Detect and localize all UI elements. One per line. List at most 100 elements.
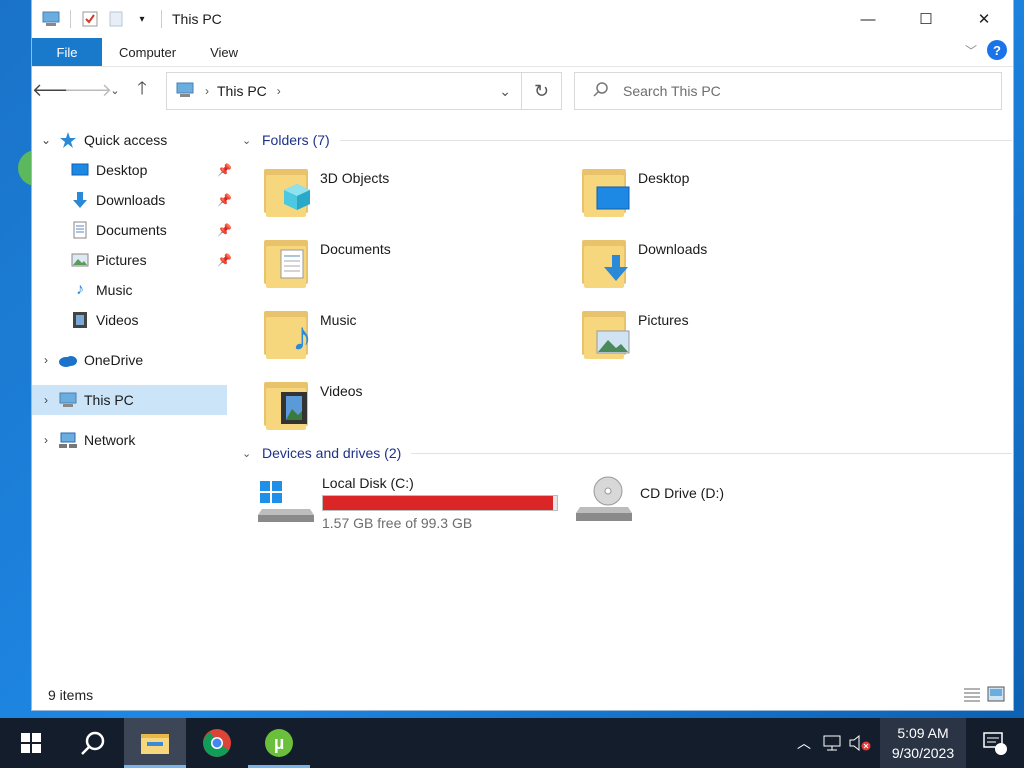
title-bar: ▾ This PC — ☐ ✕ (32, 0, 1013, 38)
clock[interactable]: 5:09 AM 9/30/2023 (880, 718, 966, 768)
show-hidden-icons-icon[interactable]: ︿ (790, 733, 818, 753)
star-icon (58, 130, 78, 150)
up-button[interactable]: 🡑 (126, 75, 158, 107)
pin-icon[interactable]: 📌 (217, 253, 232, 267)
expand-chevron-icon[interactable]: › (34, 393, 58, 407)
svg-text:µ: µ (274, 733, 284, 753)
breadcrumb-chevron-icon[interactable]: › (277, 84, 281, 98)
large-icons-view-icon[interactable] (987, 686, 1005, 705)
sidebar-item-label: Documents (96, 222, 167, 238)
forward-button[interactable]: 🡒 (64, 75, 112, 107)
drive-tile-cd-drive[interactable]: CD Drive (D:) (576, 475, 724, 523)
collapse-chevron-icon[interactable]: ⌄ (242, 447, 258, 460)
breadcrumb-this-pc[interactable]: This PC (217, 83, 267, 99)
start-button[interactable] (0, 718, 62, 768)
document-icon (70, 220, 90, 240)
maximize-button[interactable]: ☐ (897, 0, 955, 38)
drive-label: Local Disk (C:) (322, 475, 414, 491)
folder-tile-documents[interactable]: Documents (262, 234, 562, 296)
network-status-icon[interactable] (818, 735, 846, 751)
sidebar-item-label: Downloads (96, 192, 166, 208)
cube-icon (282, 182, 312, 215)
devices-group-header[interactable]: ⌄ Devices and drives (2) (242, 438, 1012, 468)
utorrent-taskbar-button[interactable]: µ (248, 718, 310, 768)
folder-tile-videos[interactable]: Videos (262, 376, 562, 438)
chrome-taskbar-button[interactable] (186, 718, 248, 768)
film-icon (280, 391, 308, 428)
close-button[interactable]: ✕ (955, 0, 1013, 38)
search-placeholder: Search This PC (623, 83, 721, 99)
folder-icon (141, 734, 169, 754)
collapse-chevron-icon[interactable]: ⌄ (242, 134, 258, 147)
tab-view[interactable]: View (193, 38, 255, 66)
expand-chevron-icon[interactable]: ⌄ (34, 133, 58, 147)
download-arrow-icon (70, 190, 90, 210)
search-input[interactable]: Search This PC (574, 72, 1002, 110)
tab-file[interactable]: File (32, 38, 102, 66)
sidebar-item-pictures[interactable]: Pictures 📌 (32, 245, 232, 275)
sidebar-item-music[interactable]: ♪ Music (32, 275, 232, 305)
expand-ribbon-icon[interactable]: ﹀ (965, 42, 977, 59)
action-center-button[interactable]: 1 (966, 730, 1024, 765)
sidebar-item-label: OneDrive (84, 352, 144, 368)
film-icon (70, 310, 90, 330)
desktop-icon (596, 186, 630, 215)
properties-icon[interactable] (79, 8, 101, 30)
address-bar[interactable]: › This PC › ⌄ (166, 72, 522, 110)
music-note-icon: ♪ (76, 281, 84, 298)
folder-icon (262, 234, 310, 288)
recent-locations-button[interactable]: ⌄ (104, 75, 126, 107)
expand-chevron-icon[interactable]: › (34, 353, 58, 367)
tab-computer[interactable]: Computer (102, 38, 193, 66)
search-taskbar-button[interactable] (62, 718, 124, 768)
windows-logo-icon (21, 733, 41, 753)
refresh-button[interactable]: ↻ (522, 72, 562, 110)
sidebar-item-quick-access[interactable]: ⌄ Quick access (32, 125, 232, 155)
clock-time: 5:09 AM (897, 725, 949, 741)
folder-tile-3d-objects[interactable]: 3D Objects (262, 163, 562, 225)
address-dropdown-icon[interactable]: ⌄ (499, 83, 511, 100)
help-icon[interactable]: ? (987, 40, 1007, 60)
pin-icon[interactable]: 📌 (217, 163, 232, 177)
chrome-icon (203, 729, 231, 757)
sidebar-item-videos[interactable]: Videos (32, 305, 232, 335)
folder-tile-pictures[interactable]: Pictures (580, 305, 880, 367)
sidebar-item-network[interactable]: › Network (32, 425, 232, 455)
new-folder-icon[interactable] (105, 8, 127, 30)
folder-tile-music[interactable]: ♪ Music (262, 305, 562, 367)
status-bar: 9 items (32, 680, 1013, 710)
expand-chevron-icon[interactable]: › (34, 433, 58, 447)
sidebar-item-downloads[interactable]: Downloads 📌 (32, 185, 232, 215)
notification-count: 1 (996, 754, 1002, 765)
file-explorer-window: ▾ This PC — ☐ ✕ File Computer View ﹀ ? 🡐… (31, 0, 1014, 711)
sidebar-item-onedrive[interactable]: › OneDrive (32, 345, 232, 375)
this-pc-icon[interactable] (40, 8, 62, 30)
pin-icon[interactable]: 📌 (217, 223, 232, 237)
details-view-icon[interactable] (963, 686, 981, 705)
folder-label: 3D Objects (320, 170, 390, 186)
hard-drive-icon (258, 475, 316, 523)
network-icon (58, 430, 78, 450)
sidebar-item-desktop[interactable]: Desktop 📌 (32, 155, 232, 185)
breadcrumb-chevron-icon[interactable]: › (205, 84, 209, 98)
desktop-icon (70, 160, 90, 180)
folder-tile-desktop[interactable]: Desktop (580, 163, 880, 225)
document-icon (280, 249, 304, 282)
this-pc-icon (175, 82, 195, 101)
minimize-button[interactable]: — (839, 0, 897, 38)
file-explorer-taskbar-button[interactable] (124, 718, 186, 768)
window-title: This PC (172, 11, 222, 27)
sidebar-item-this-pc[interactable]: › This PC (32, 385, 227, 415)
download-arrow-icon (602, 253, 630, 286)
ribbon-tabs: File Computer View ﹀ ? (32, 38, 1013, 66)
picture-icon (596, 330, 630, 357)
folder-tile-downloads[interactable]: Downloads (580, 234, 880, 296)
pin-icon[interactable]: 📌 (217, 193, 232, 207)
sidebar-item-label: Desktop (96, 162, 148, 178)
folder-label: Documents (320, 241, 391, 257)
customize-toolbar-icon[interactable]: ▾ (131, 8, 153, 30)
volume-muted-icon[interactable] (846, 735, 874, 751)
folders-group-header[interactable]: ⌄ Folders (7) (242, 125, 1012, 155)
sidebar-item-documents[interactable]: Documents 📌 (32, 215, 232, 245)
drive-tile-local-disk[interactable]: Local Disk (C:) 1.57 GB free of 99.3 GB (258, 475, 558, 531)
